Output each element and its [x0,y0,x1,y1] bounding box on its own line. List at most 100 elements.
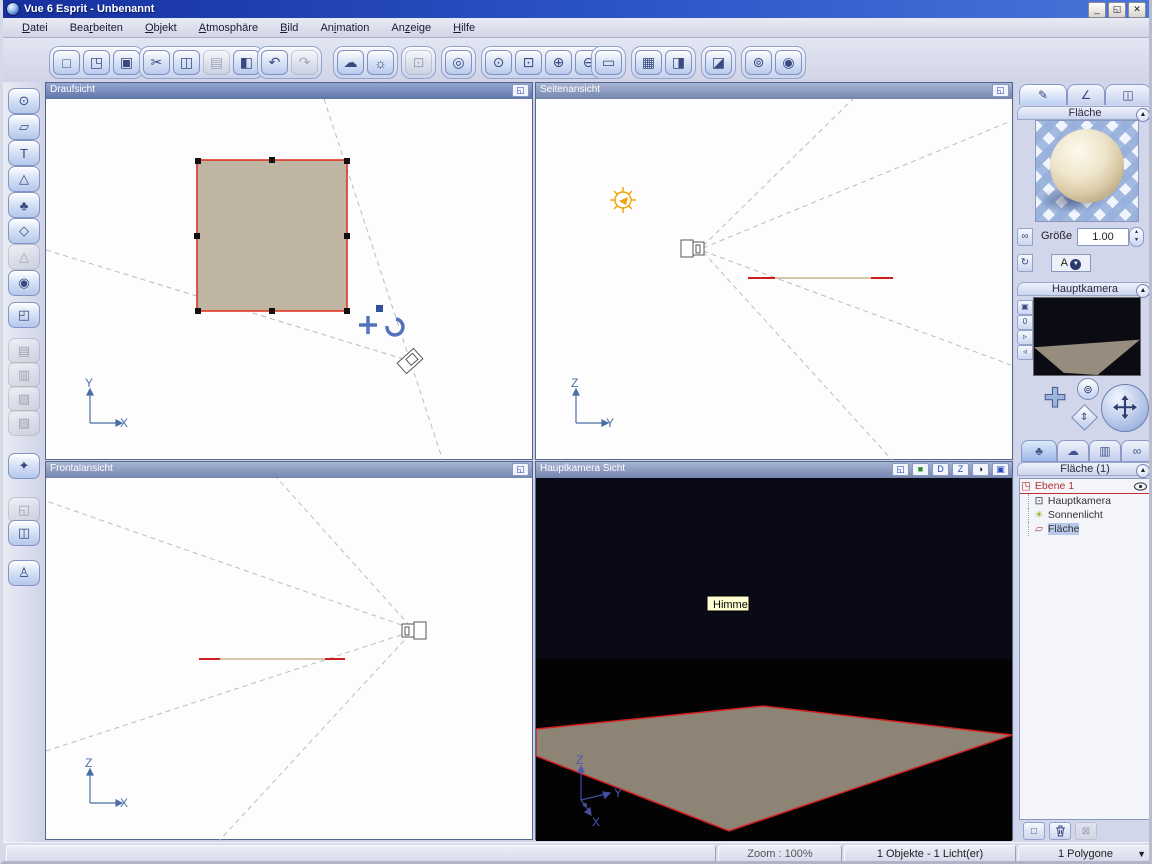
layer-root-row[interactable]: ◳ Ebene 1 [1020,479,1149,494]
next-camera-icon[interactable]: ▹ [1017,330,1033,345]
minimize-button[interactable]: _ [1088,2,1106,18]
save-render-button[interactable]: ◨ [665,50,692,75]
figure-tool-button[interactable]: ♙ [8,560,40,586]
paste-object-button[interactable]: ⊡ [405,50,432,75]
render-view-icon[interactable]: ◑ [972,463,989,476]
zbuffer-mode-icon[interactable]: Z [952,463,969,476]
plane-tool-button[interactable]: ▱ [8,114,40,140]
render-button[interactable]: ▦ [635,50,662,75]
draft-mode-icon[interactable]: D [932,463,949,476]
tab-numerics[interactable]: ∠ [1067,84,1105,105]
zoom-in-button[interactable]: ⊕ [545,50,572,75]
open-file-button[interactable]: ◳ [83,50,110,75]
duplicate-button[interactable]: ◧ [233,50,260,75]
tab-layer-materials[interactable]: ▥ [1089,440,1121,462]
undo-button[interactable]: ↶ [261,50,288,75]
group-tool-button[interactable]: ◫ [8,520,40,546]
save-object-button[interactable]: ▤ [8,338,40,364]
spinner-up-icon[interactable]: ▴ [1130,228,1143,236]
text-tool-button[interactable]: T [8,140,40,166]
detach-view-icon[interactable]: ◱ [512,463,529,476]
save-file-button[interactable]: ▣ [113,50,140,75]
size-input[interactable]: 1.00 [1077,228,1129,246]
add-layer-button[interactable]: □ [1023,822,1045,840]
zoom-previous-button[interactable]: ⊙ [485,50,512,75]
tab-layer-clouds[interactable]: ☁ [1057,440,1089,462]
tab-layer-objects[interactable]: ♣ [1021,440,1057,462]
load-atmosphere-button[interactable]: ☁ [337,50,364,75]
menu-atmosphaere[interactable]: Atmosphäre [188,20,269,36]
display-options-button[interactable]: ▭ [595,50,622,75]
quality-square-icon[interactable]: ■ [912,463,929,476]
menu-hilfe[interactable]: Hilfe [442,20,486,36]
restore-button[interactable]: ◱ [1108,2,1126,18]
menu-animation[interactable]: Animation [309,20,380,36]
snapshot-button[interactable]: ◉ [775,50,802,75]
light-tool-button[interactable]: ✦ [8,453,40,479]
camera-mode-button[interactable]: ⊚ [1077,378,1099,400]
menu-objekt[interactable]: Objekt [134,20,188,36]
top-view-header[interactable]: Draufsicht ◱ [46,83,532,99]
save-view-icon[interactable]: ▣ [992,463,1009,476]
link-icon[interactable]: ∞ [1017,228,1033,246]
detach-view-icon[interactable]: ◱ [892,463,909,476]
menu-bearbeiten[interactable]: Bearbeiten [59,20,134,36]
delete-layer-button[interactable] [1049,822,1071,840]
front-view-canvas[interactable]: Z X [46,478,532,841]
layer-options-button[interactable]: ⊠ [1075,822,1097,840]
copy-button[interactable]: ◫ [173,50,200,75]
atmosphere-editor-button[interactable]: ☼ [367,50,394,75]
camera-preview[interactable] [1033,297,1141,376]
paste-button[interactable]: ▤ [203,50,230,75]
front-view-header[interactable]: Frontalansicht ◱ [46,462,532,478]
prev-camera-icon[interactable]: ◃ [1017,345,1033,360]
terrain-tool-button[interactable]: △ [8,166,40,192]
trackball-button[interactable] [1101,384,1149,432]
refresh-icon[interactable]: ↻ [1017,254,1033,272]
render-options-button[interactable]: ◎ [445,50,472,75]
side-view-header[interactable]: Seitenansicht ◱ [536,83,1012,99]
detach-view-icon[interactable]: ◱ [512,84,529,97]
import-object-button[interactable]: ◰ [8,302,40,328]
tab-objects[interactable]: ◫ [1105,84,1149,105]
detach-view-icon[interactable]: ◱ [992,84,1009,97]
collapse-camera-button[interactable]: ▲ [1136,284,1149,298]
camera-control-button[interactable]: ⊚ [745,50,772,75]
rock-tool-button[interactable]: ◇ [8,218,40,244]
edit-object-button[interactable]: ▧ [8,386,40,412]
collapse-layers-button[interactable]: ▲ [1136,464,1149,478]
size-spinner[interactable]: ▴ ▾ [1129,227,1144,247]
menu-datei[interactable]: Datei [11,20,59,36]
redo-button[interactable]: ↷ [291,50,318,75]
tab-layer-links[interactable]: ∞ [1121,440,1149,462]
layer-item-hauptkamera[interactable]: ⊡ Hauptkamera [1028,494,1149,508]
side-view-canvas[interactable]: Z Y [536,99,1012,461]
alpha-dropdown[interactable]: A ▼ [1051,254,1091,272]
cut-button[interactable]: ✂ [143,50,170,75]
top-view-canvas[interactable]: Y X [46,99,532,461]
menu-anzeige[interactable]: Anzeige [380,20,442,36]
spinner-down-icon[interactable]: ▾ [1130,236,1143,244]
layer-item-flaeche[interactable]: ▱ Fläche [1028,522,1149,536]
close-button[interactable]: ✕ [1128,2,1146,18]
elevation-button[interactable]: ⇕ [1071,404,1098,431]
menu-bild[interactable]: Bild [269,20,309,36]
tab-material[interactable]: ✎ [1019,84,1067,105]
status-polygons[interactable]: 1 Polygone ▼ [1018,845,1149,861]
new-file-button[interactable]: □ [53,50,80,75]
camera-view-header[interactable]: Hauptkamera Sicht ◱ ■ D Z ◑ ▣ [536,462,1012,478]
object-options-button[interactable]: ▨ [8,410,40,436]
pan-pad-button[interactable]: ✚ [1039,382,1071,414]
animation-wizard-button[interactable]: ◪ [705,50,732,75]
planet-tool-button[interactable]: ◉ [8,270,40,296]
zoom-tool-button[interactable]: ⊙ [8,88,40,114]
infinite-terrain-button[interactable]: △ [8,244,40,270]
eye-icon[interactable] [1134,482,1147,491]
camera-view-canvas[interactable]: Himmel Z Y X [536,478,1012,841]
material-preview[interactable] [1035,120,1139,222]
export-object-button[interactable]: ▥ [8,362,40,388]
save-camera-icon[interactable]: ▣ [1017,300,1033,315]
zoom-rectangle-button[interactable]: ⊡ [515,50,542,75]
vegetation-tool-button[interactable]: ♣ [8,192,40,218]
layer-item-sonnenlicht[interactable]: ☀ Sonnenlicht [1028,508,1149,522]
